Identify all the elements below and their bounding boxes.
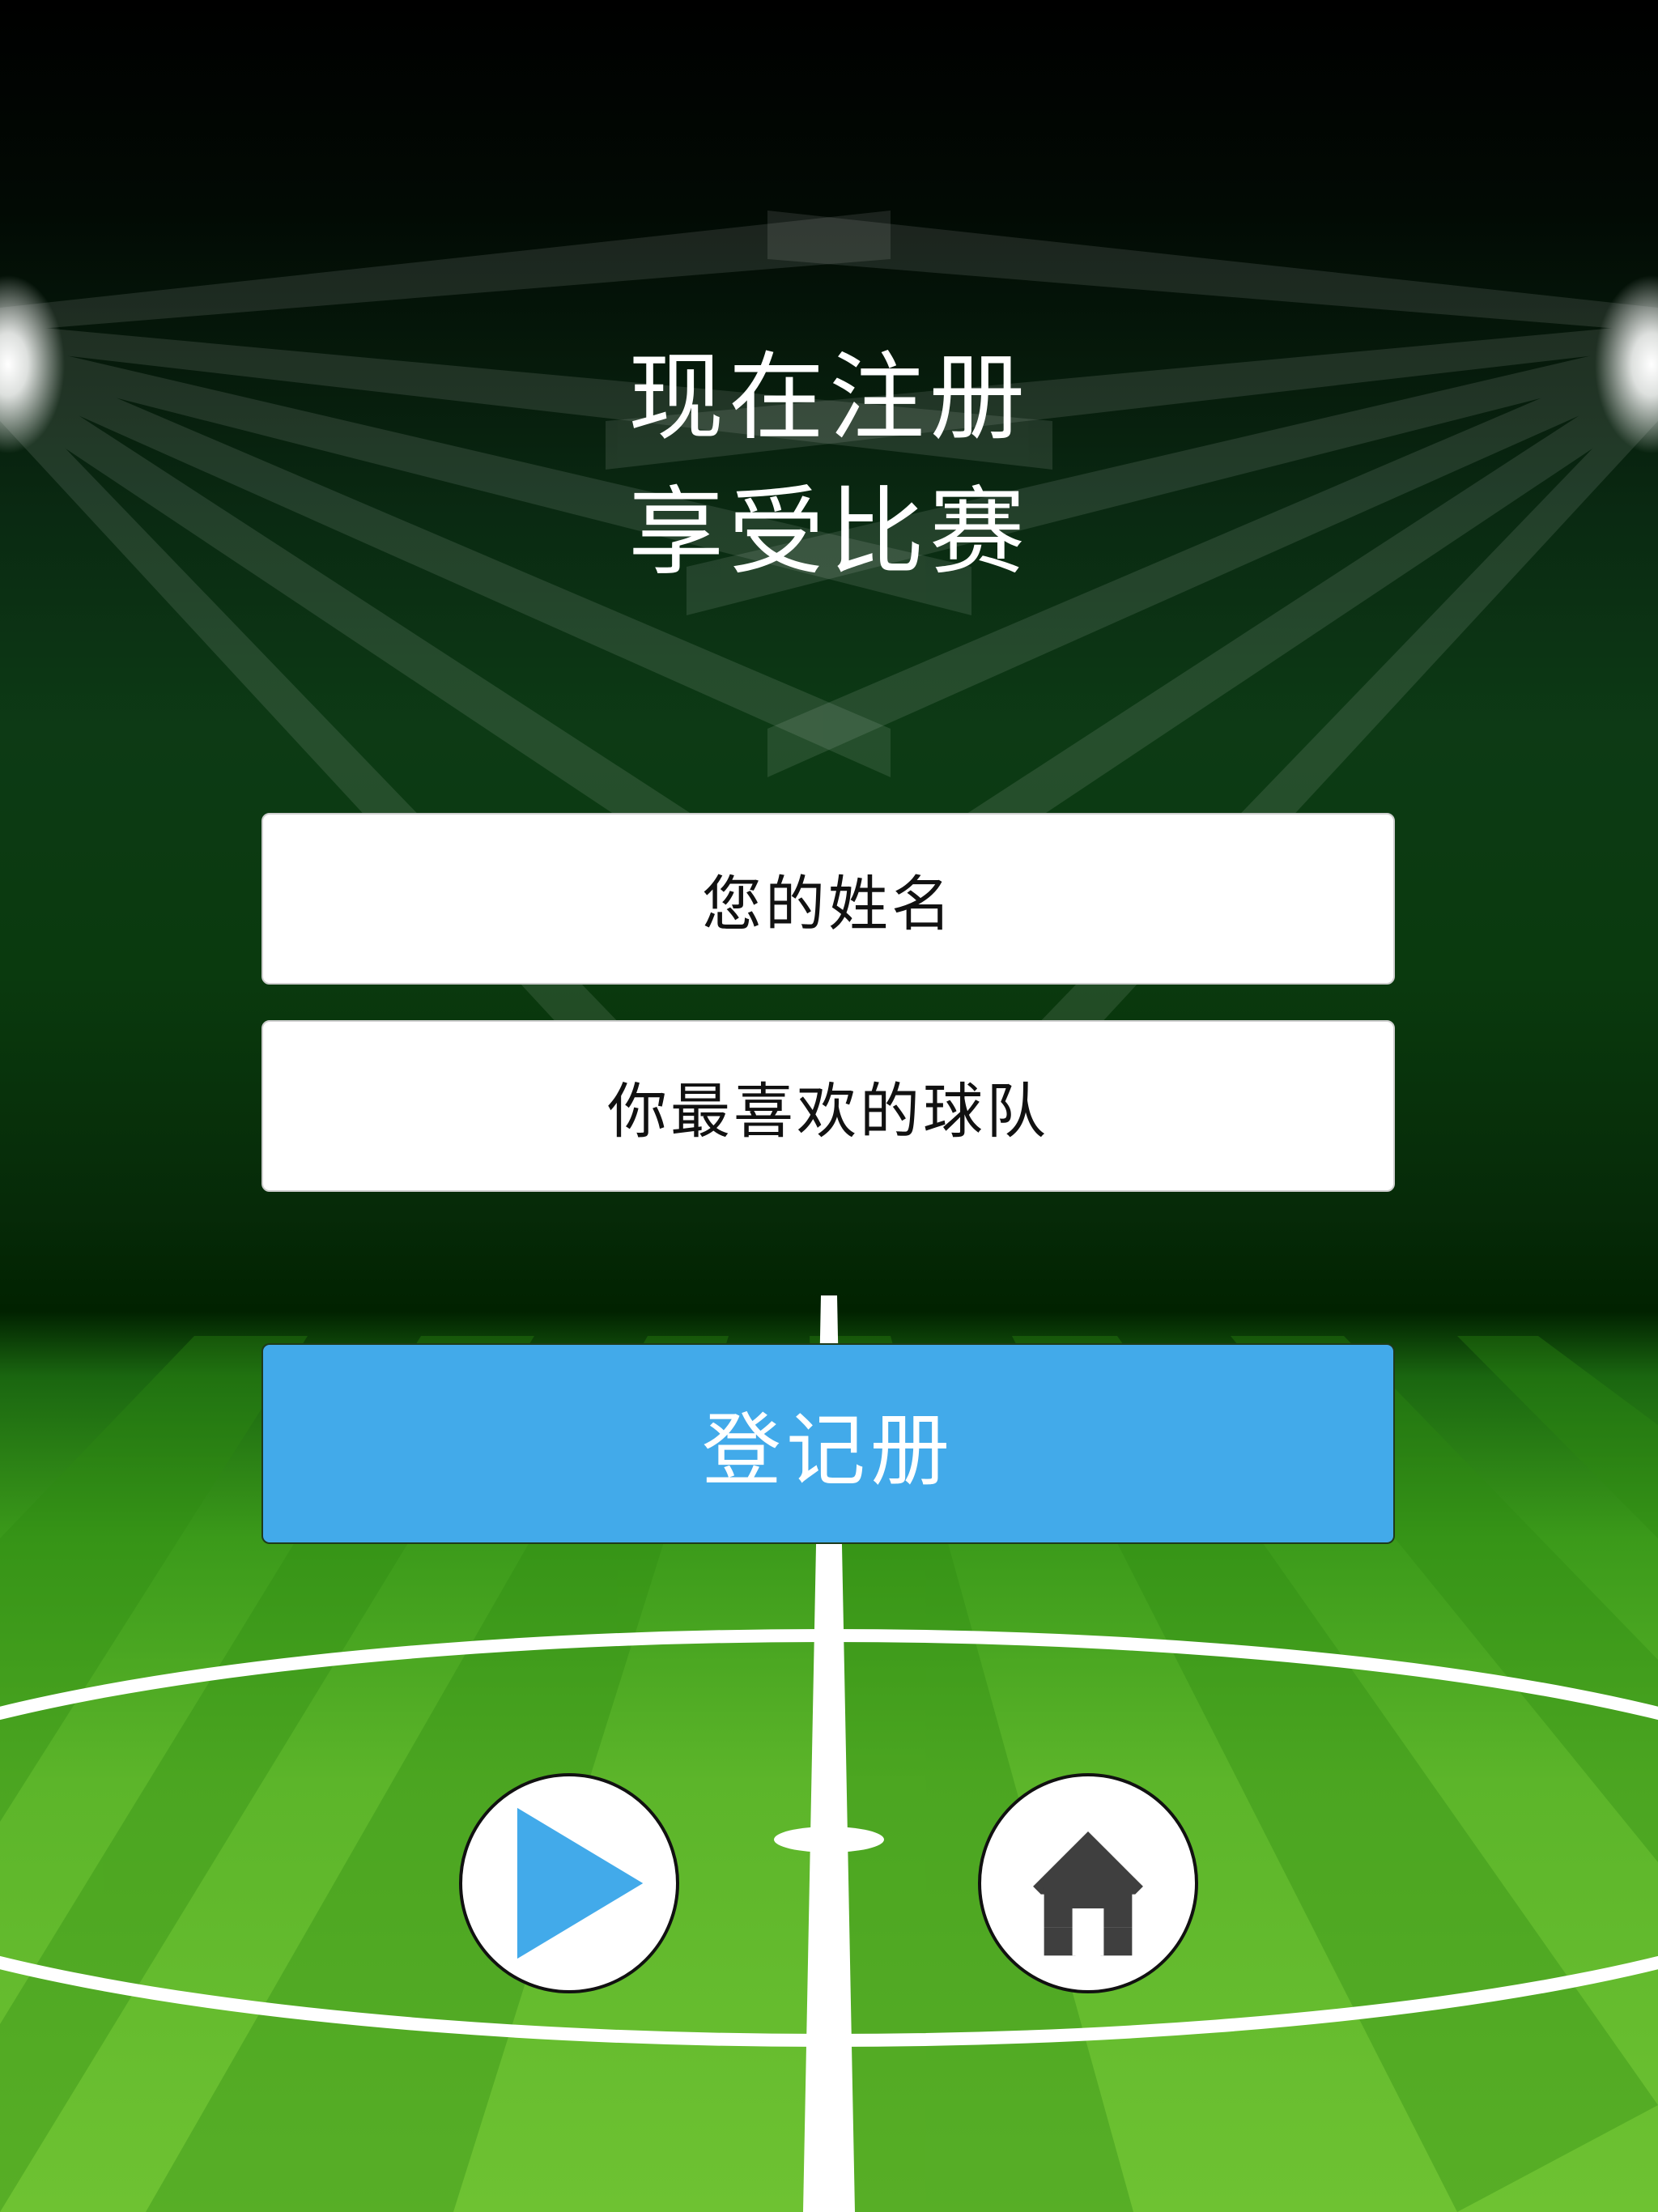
register-button[interactable]: 登记册 [261,1343,1395,1544]
home-icon [1033,1831,1143,1956]
play-icon [517,1807,644,1959]
favorite-team-field[interactable]: 你最喜欢的球队 [261,1020,1395,1192]
name-field[interactable]: 您的姓名 [261,813,1395,985]
home-button[interactable] [978,1773,1198,1993]
play-button[interactable] [459,1773,679,1993]
center-spot [774,1827,884,1853]
headline-line-1: 现在注册 [627,342,1030,453]
headline-line-2: 享受比赛 [627,476,1030,588]
